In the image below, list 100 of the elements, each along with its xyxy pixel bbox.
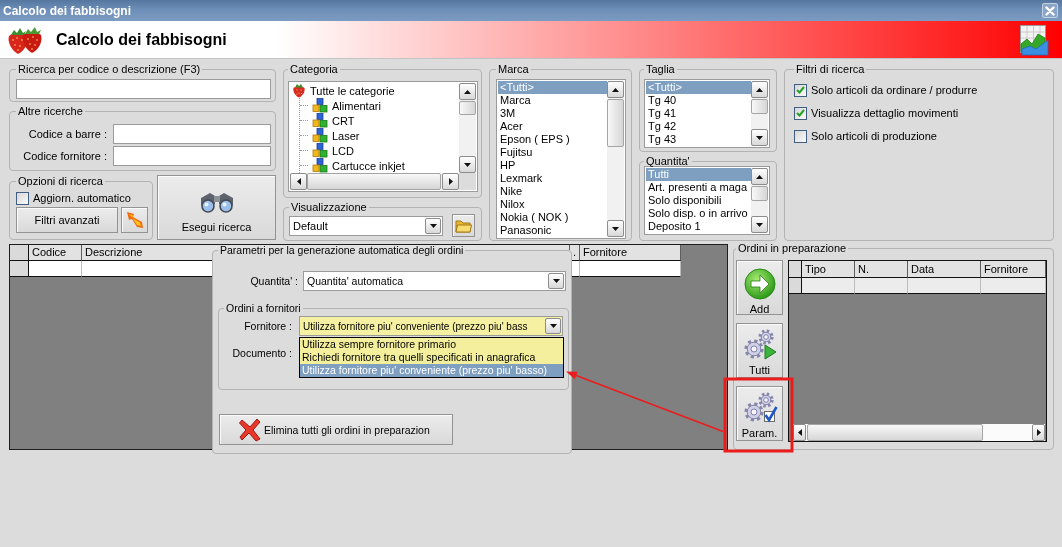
input-field[interactable] [113, 124, 271, 144]
list-item[interactable]: Acer [498, 120, 607, 133]
list-item[interactable]: Epson ( EPS ) [498, 133, 607, 146]
scrollbar-thumb[interactable] [807, 424, 983, 441]
scrollbar-thumb[interactable] [607, 99, 624, 147]
scrollbar[interactable] [459, 83, 476, 173]
list-item[interactable]: Marca [498, 94, 607, 107]
list-item[interactable]: Panasonic [498, 224, 607, 237]
list-item[interactable]: 3M [498, 107, 607, 120]
add-button[interactable]: Add [736, 260, 783, 315]
folder-icon [455, 218, 472, 233]
checkmark-icon [796, 86, 805, 94]
tree-item[interactable]: Alimentari [332, 99, 381, 112]
list-box[interactable]: Tutti Art. presenti a maga Solo disponibili Solo disp. o in arrivo Deposito 1 [644, 166, 770, 235]
tree-view[interactable]: Tutte le categorie Alimentari CRT Laser LCD Cartucce inkjet [288, 81, 478, 192]
search-button[interactable]: Esegui ricerca [157, 175, 276, 240]
field-label: Codice a barre : [27, 128, 107, 140]
dropdown-field[interactable]: Default [289, 215, 443, 236]
scroll-left-button[interactable] [290, 173, 307, 190]
list-item[interactable]: Tg 43 [646, 133, 751, 146]
scrollbar-thumb[interactable] [751, 186, 768, 201]
tree-item[interactable]: Tutte le categorie [310, 84, 395, 97]
table-cell [802, 278, 855, 294]
scrollbar-thumb[interactable] [751, 99, 768, 114]
scroll-right-button[interactable] [442, 173, 459, 190]
checkbox[interactable] [794, 129, 807, 143]
cubes-icon [312, 98, 328, 113]
list-item[interactable]: Nokia ( NOK ) [498, 211, 607, 224]
dropdown-button[interactable] [425, 217, 441, 234]
tree-item[interactable]: LCD [332, 144, 354, 157]
checkbox-label[interactable]: Solo articoli di produzione [811, 130, 937, 142]
checkbox[interactable] [794, 106, 807, 120]
scrollbar[interactable] [607, 81, 624, 237]
scrollbar[interactable] [751, 81, 768, 146]
tree-item[interactable]: Laser [332, 129, 360, 142]
scroll-down-button[interactable] [751, 129, 768, 146]
checkbox-label[interactable]: Solo articoli da ordinare / produrre [811, 84, 978, 96]
list-item[interactable]: Nike [498, 185, 607, 198]
checkbox[interactable] [794, 83, 807, 97]
dropdown-field[interactable]: Utilizza fornitore piu' conveniente (prezzo piu' bass [299, 316, 563, 336]
list-item[interactable]: Tg 41 [646, 107, 751, 120]
group-label: Altre ricerche [17, 105, 84, 118]
corner-cell [10, 245, 29, 261]
dropdown-field[interactable]: Quantita' automatica [303, 271, 566, 291]
scroll-down-button[interactable] [751, 216, 768, 233]
scroll-down-button[interactable] [607, 220, 624, 237]
list-item[interactable]: Deposito 1 [646, 220, 751, 233]
delete-orders-button[interactable]: Elimina tutti gli ordini in preparazion [219, 414, 453, 445]
scroll-up-button[interactable] [751, 81, 768, 98]
list-item[interactable]: Solo disp. o in arrivo [646, 207, 751, 220]
arrow-button[interactable] [121, 207, 148, 233]
column-header[interactable]: Data [908, 261, 981, 278]
list-item[interactable]: Tg 40 [646, 94, 751, 107]
tree-item[interactable]: CRT [332, 114, 355, 127]
dropdown-option[interactable]: Richiedi fornitore tra quelli specificati in anagrafica [300, 351, 563, 364]
list-item[interactable]: HP [498, 159, 607, 172]
list-item[interactable]: Fujitsu [498, 146, 607, 159]
folder-button[interactable] [452, 214, 475, 237]
checkbox-label[interactable]: Aggiorn. automatico [33, 192, 131, 204]
checkbox-label[interactable]: Visualizza dettaglio movimenti [811, 107, 959, 119]
group-label: Visualizzazione [290, 201, 368, 214]
dropdown-button[interactable] [545, 318, 561, 334]
scrollbar-thumb[interactable] [459, 101, 476, 115]
scrollbar[interactable] [793, 424, 1045, 441]
list-item[interactable]: Tg 42 [646, 120, 751, 133]
advanced-filters-button[interactable]: Filtri avanzati [16, 207, 118, 233]
dropdown-button[interactable] [548, 273, 564, 289]
list-box[interactable]: <Tutti> Tg 40 Tg 41 Tg 42 Tg 43 [644, 79, 770, 148]
caret-left-icon [797, 429, 802, 436]
table-cell [981, 278, 1046, 294]
list-box[interactable]: <Tutti> Marca 3M Acer Epson ( EPS ) Fujitsu HP Lexmark Nike Nilox Nokia ( NOK ) Panasonic [496, 79, 626, 239]
caret-down-icon [549, 324, 557, 328]
scroll-up-button[interactable] [607, 81, 624, 98]
list-item[interactable]: Solo disponibili [646, 194, 751, 207]
parameters-button[interactable]: Param. [736, 386, 783, 441]
column-header[interactable]: Fornitore [981, 261, 1046, 278]
scroll-down-button[interactable] [459, 156, 476, 173]
scroll-up-button[interactable] [751, 168, 768, 185]
list-item[interactable]: Nilox [498, 198, 607, 211]
dropdown-list[interactable]: Utilizza sempre fornitore primario Richiedi fornitore tra quelli specificati in anagrafica Utilizza fornitore piu' conveniente (prezzo piu' basso) [299, 337, 564, 378]
dropdown-option[interactable]: Utilizza sempre fornitore primario [300, 338, 563, 351]
search-field[interactable] [16, 79, 271, 99]
scrollbar-thumb[interactable] [307, 173, 441, 190]
scroll-right-button[interactable] [1032, 424, 1045, 441]
fire-arrow-icon [125, 211, 144, 229]
run-all-button[interactable]: Tutti [736, 323, 783, 378]
input-field[interactable] [113, 146, 271, 166]
column-header[interactable]: Tipo [802, 261, 855, 278]
column-header[interactable]: Codice [29, 245, 82, 261]
checkbox[interactable] [16, 191, 29, 205]
tree-item[interactable]: Cartucce inkjet [332, 159, 405, 172]
field-label: Quantita' : [249, 275, 298, 287]
scroll-up-button[interactable] [459, 83, 476, 100]
scrollbar[interactable] [290, 173, 459, 190]
group-label: Parametri per la generazione automatica degli ordini [219, 244, 465, 257]
column-header[interactable]: Fornitore [580, 245, 681, 261]
list-item[interactable]: Lexmark [498, 172, 607, 185]
scrollbar[interactable] [751, 168, 768, 233]
list-item[interactable]: Art. presenti a maga [646, 181, 751, 194]
column-header[interactable]: N. [855, 261, 908, 278]
